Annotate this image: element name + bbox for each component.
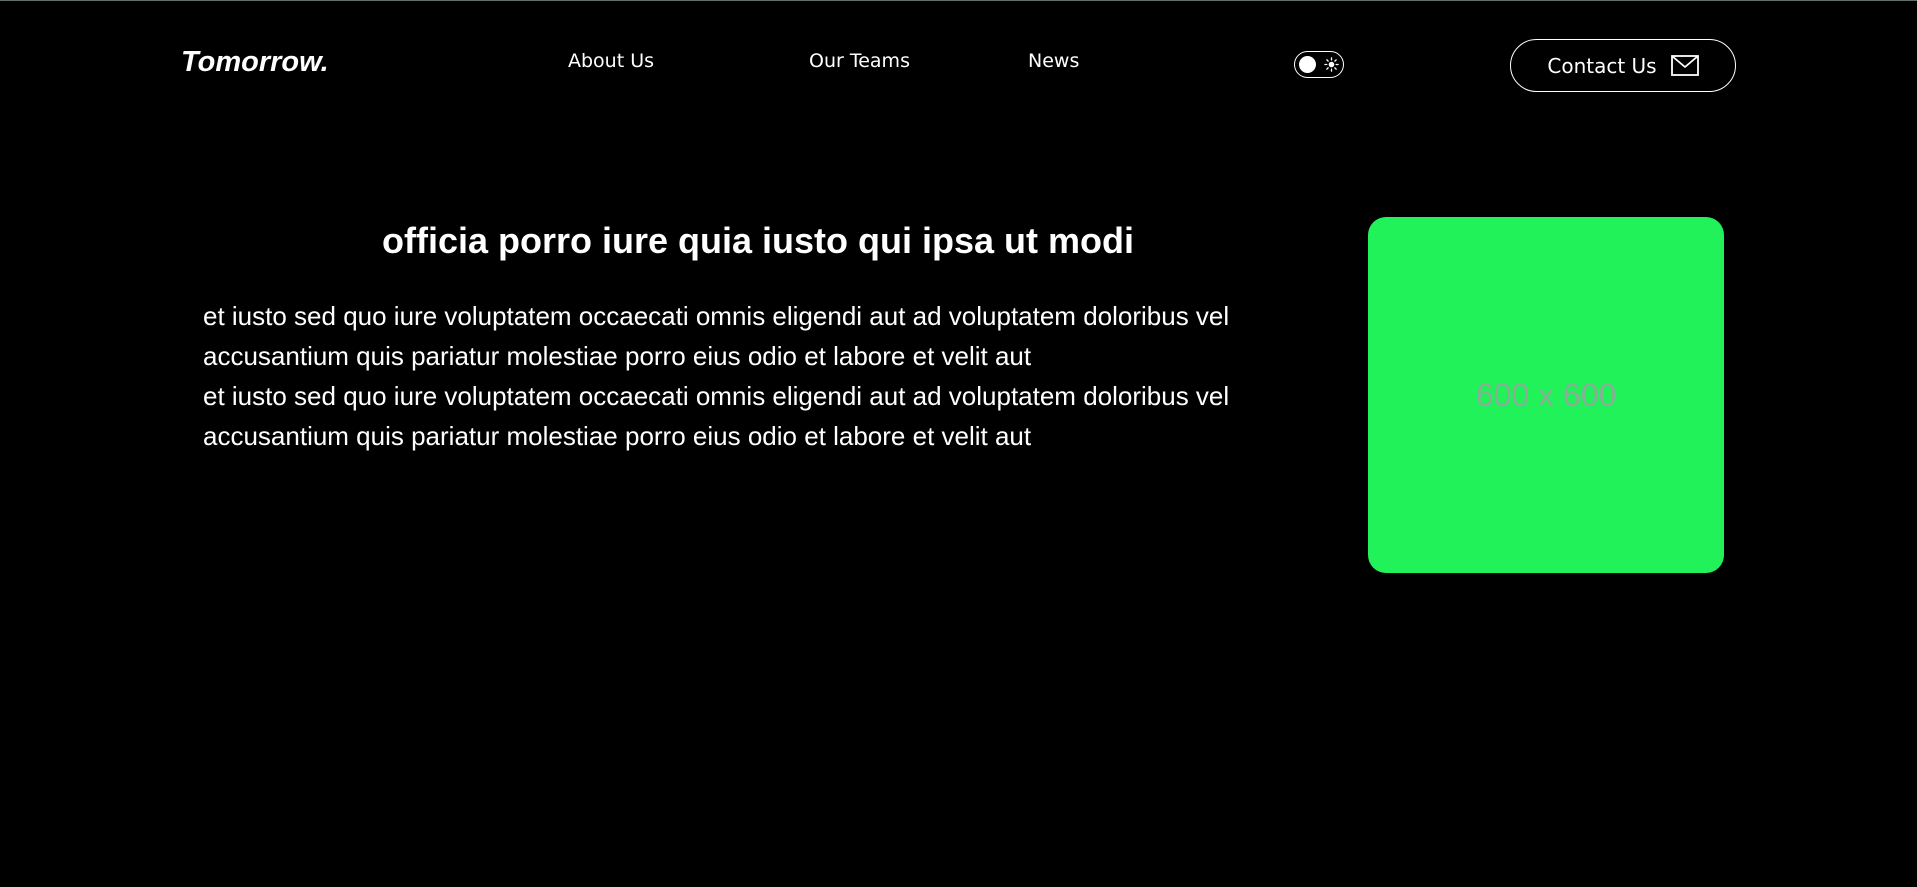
hero-body: et iusto sed quo iure voluptatem occaeca… xyxy=(203,296,1303,456)
nav-link-news[interactable]: News xyxy=(1028,50,1079,72)
nav-link-about-us[interactable]: About Us xyxy=(568,50,654,72)
sun-icon xyxy=(1324,57,1339,72)
contact-us-label: Contact Us xyxy=(1547,53,1657,78)
contact-us-button[interactable]: Contact Us xyxy=(1510,39,1736,92)
hero-paragraph: et iusto sed quo iure voluptatem occaeca… xyxy=(203,381,1230,451)
hero-image-placeholder: 600 x 600 xyxy=(1368,217,1724,573)
hero-paragraph: et iusto sed quo iure voluptatem occaeca… xyxy=(203,301,1230,371)
image-size-label: 600 x 600 xyxy=(1475,376,1617,413)
top-divider xyxy=(0,0,1917,1)
nav-link-our-teams[interactable]: Our Teams xyxy=(809,50,910,72)
hero-title: officia porro iure quia iusto qui ipsa u… xyxy=(381,220,1135,261)
logo[interactable]: Tomorrow. xyxy=(181,46,329,79)
toggle-knob xyxy=(1299,56,1316,73)
theme-toggle[interactable] xyxy=(1294,51,1344,78)
mail-icon xyxy=(1670,55,1699,76)
